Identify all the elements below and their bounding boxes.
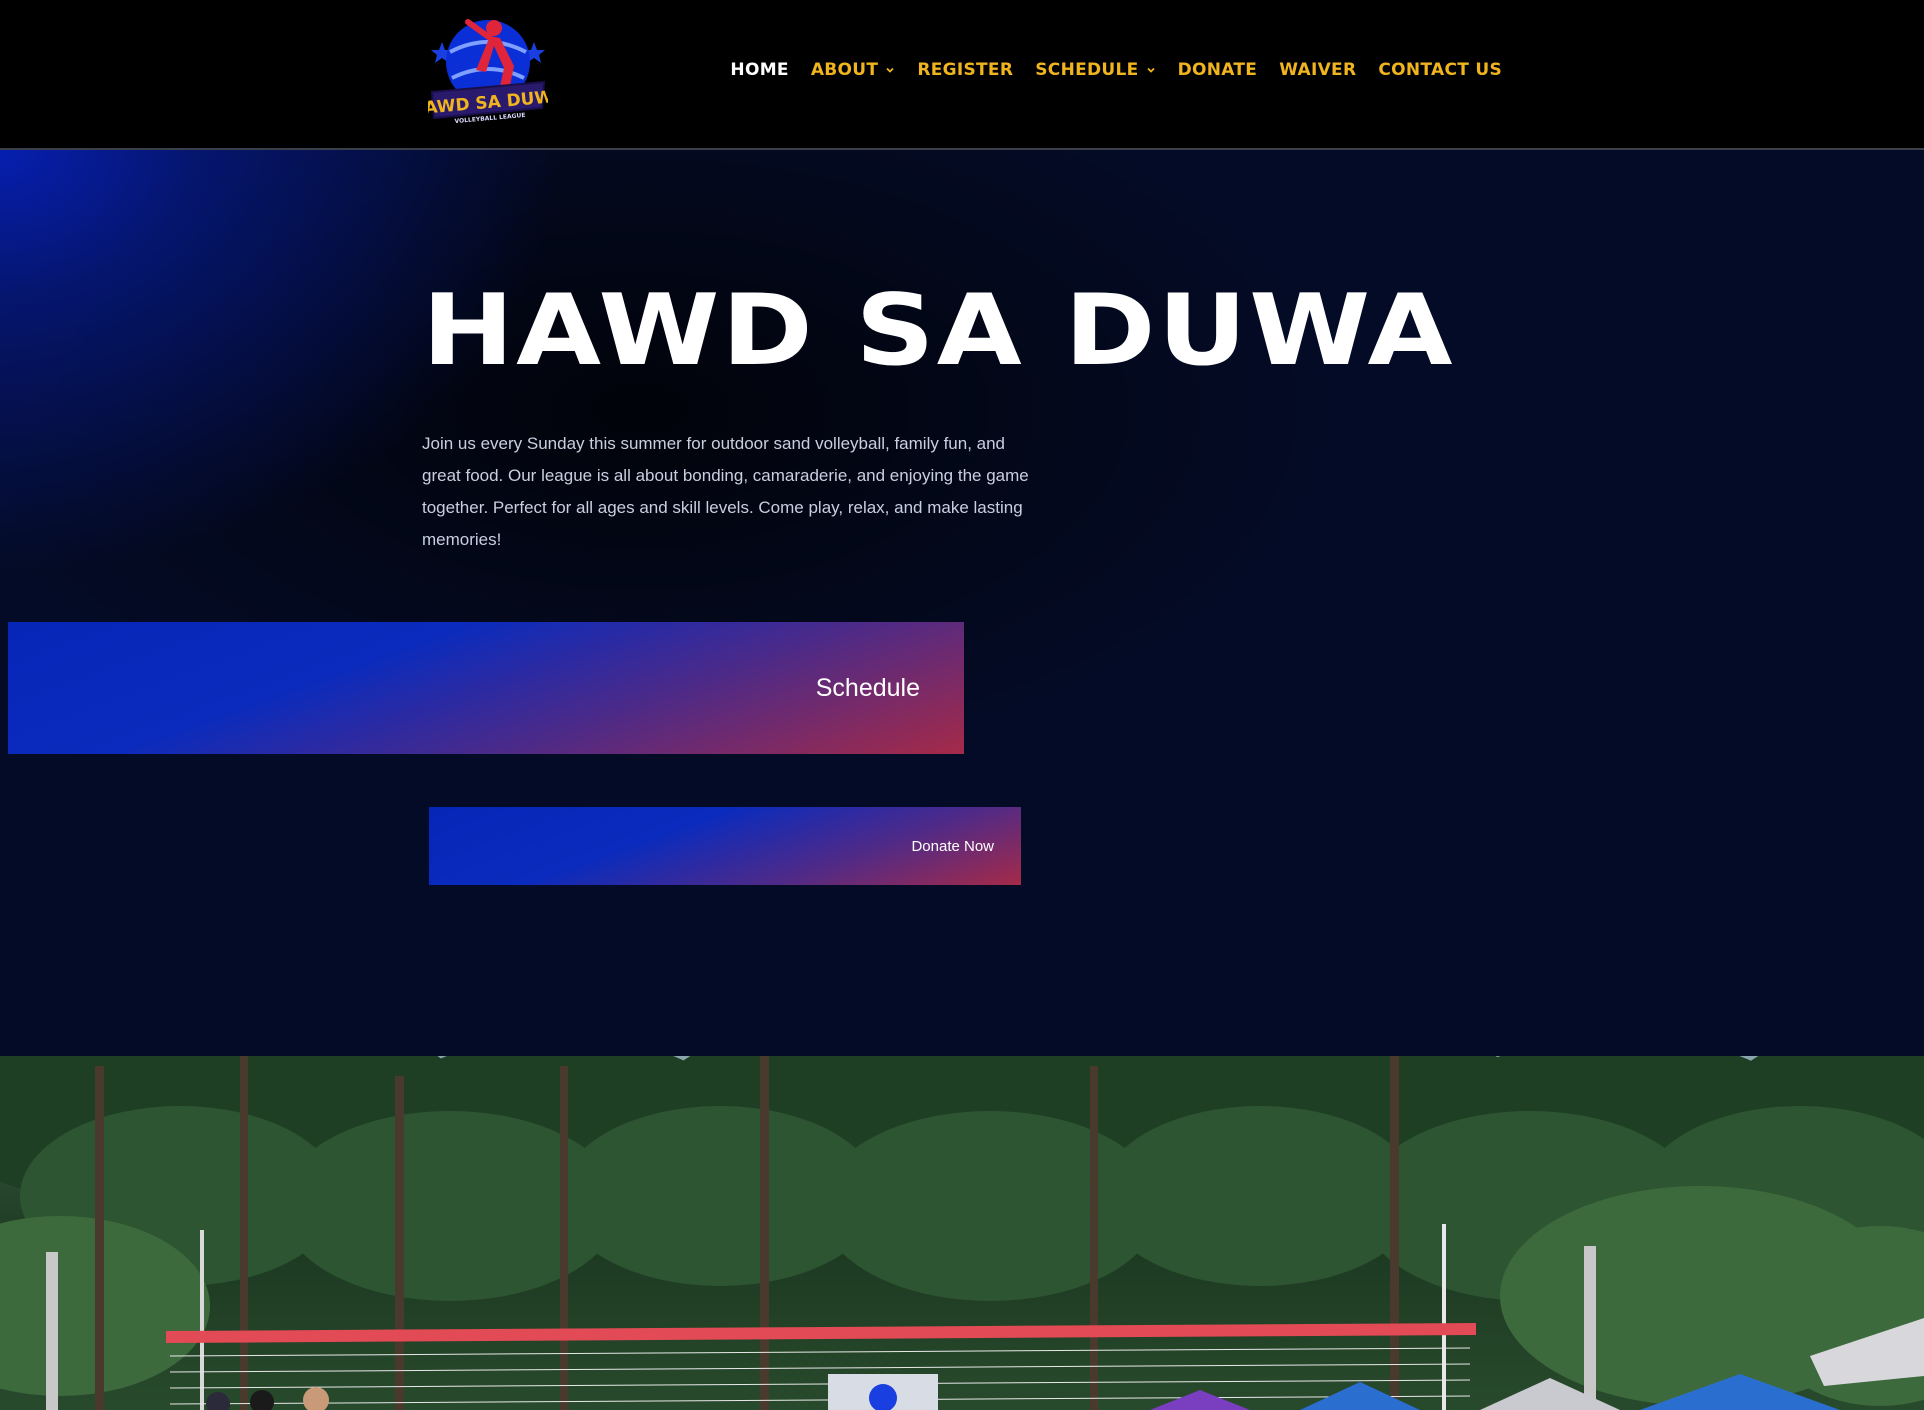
nav-schedule[interactable]: SCHEDULE xyxy=(1035,60,1155,80)
hero-section: HAWD SA DUWA Join us every Sunday this s… xyxy=(0,150,1924,1056)
nav-about[interactable]: ABOUT xyxy=(811,60,895,80)
nav-home-label: HOME xyxy=(730,60,789,80)
main-nav: HOME ABOUT REGISTER SCHEDULE DONATE WAIV… xyxy=(708,60,1502,80)
schedule-button[interactable]: Schedule xyxy=(8,622,964,754)
nav-contact-us[interactable]: CONTACT US xyxy=(1378,60,1502,80)
site-header: HAWD SA DUWA VOLLEYBALL LEAGUE HOME ABOU… xyxy=(0,0,1924,150)
site-logo[interactable]: HAWD SA DUWA VOLLEYBALL LEAGUE xyxy=(428,12,548,128)
hero-description: Join us every Sunday this summer for out… xyxy=(422,434,1029,549)
nav-contact-us-label: CONTACT US xyxy=(1378,60,1502,80)
nav-schedule-label: SCHEDULE xyxy=(1035,60,1139,80)
nav-waiver-label: WAIVER xyxy=(1279,60,1357,80)
donate-now-button[interactable]: Donate Now xyxy=(429,807,1021,885)
donate-now-button-label: Donate Now xyxy=(911,837,994,855)
nav-home[interactable]: HOME xyxy=(730,60,788,80)
volleyball-court-photo xyxy=(0,1056,1924,1410)
hero-title: HAWD SA DUWA xyxy=(422,274,1455,388)
volleyball-court-photo-image xyxy=(0,1056,1924,1410)
nav-register-label: REGISTER xyxy=(917,60,1014,80)
volleyball-player-logo-icon: HAWD SA DUWA VOLLEYBALL LEAGUE xyxy=(428,19,548,125)
nav-donate-label: DONATE xyxy=(1177,60,1258,80)
nav-about-label: ABOUT xyxy=(810,60,879,80)
chevron-down-icon xyxy=(886,67,894,73)
nav-register[interactable]: REGISTER xyxy=(917,60,1013,80)
schedule-button-label: Schedule xyxy=(815,673,920,702)
chevron-down-icon xyxy=(1146,67,1155,73)
nav-donate[interactable]: DONATE xyxy=(1178,60,1258,80)
nav-waiver[interactable]: WAIVER xyxy=(1279,60,1356,80)
